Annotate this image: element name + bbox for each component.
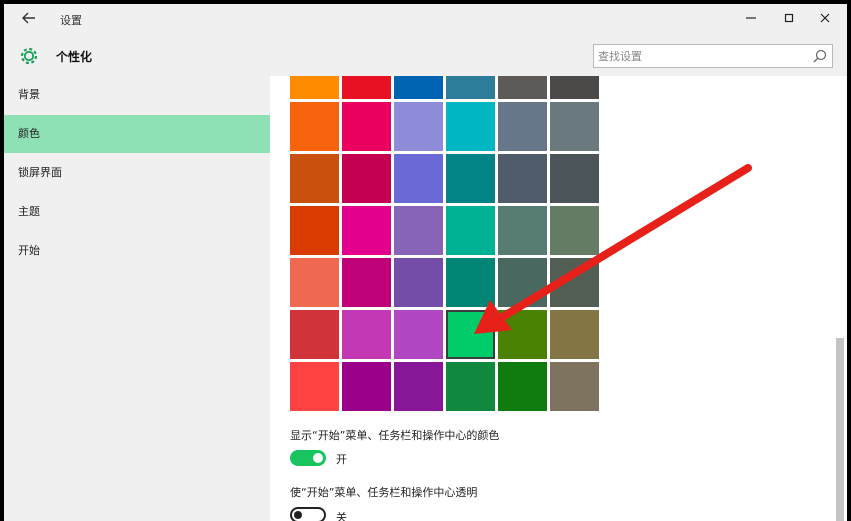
scrollbar[interactable] xyxy=(833,76,847,521)
color-swatch[interactable] xyxy=(342,76,391,99)
color-swatch[interactable] xyxy=(394,102,443,151)
color-swatch[interactable] xyxy=(342,310,391,359)
color-swatch[interactable] xyxy=(290,310,339,359)
color-swatch[interactable] xyxy=(446,154,495,203)
color-swatch[interactable] xyxy=(498,154,547,203)
color-swatch[interactable] xyxy=(498,76,547,99)
color-swatch[interactable] xyxy=(342,362,391,411)
maximize-button[interactable] xyxy=(774,8,804,32)
color-swatch[interactable] xyxy=(394,310,443,359)
color-swatch[interactable] xyxy=(550,102,599,151)
transparency-toggle[interactable] xyxy=(290,507,326,521)
color-swatch[interactable] xyxy=(498,258,547,307)
color-swatch[interactable] xyxy=(446,102,495,151)
color-swatch[interactable] xyxy=(446,76,495,99)
window-title: 设置 xyxy=(60,14,82,27)
color-swatch[interactable] xyxy=(394,258,443,307)
color-swatch[interactable] xyxy=(290,102,339,151)
color-swatch[interactable] xyxy=(394,154,443,203)
color-swatch[interactable] xyxy=(290,76,339,99)
color-swatch[interactable] xyxy=(394,362,443,411)
transparency-state: 关 xyxy=(336,511,347,521)
close-button[interactable] xyxy=(810,8,840,32)
sidebar-item-label: 颜色 xyxy=(18,127,40,140)
color-swatch[interactable] xyxy=(498,102,547,151)
sidebar: 背景 颜色 锁屏界面 主题 开始 xyxy=(4,76,270,521)
page-header: 个性化 xyxy=(4,36,847,76)
color-swatch[interactable] xyxy=(550,154,599,203)
color-swatch[interactable] xyxy=(342,206,391,255)
color-swatch[interactable] xyxy=(290,206,339,255)
title-bar: 设置 xyxy=(4,4,847,36)
color-swatch[interactable] xyxy=(498,206,547,255)
color-swatch[interactable] xyxy=(550,258,599,307)
color-swatch[interactable] xyxy=(446,258,495,307)
color-swatch[interactable] xyxy=(550,310,599,359)
colors-panel: 显示“开始”菜单、任务栏和操作中心的颜色 开 使“开始”菜单、任务栏和操作中心透… xyxy=(270,76,847,521)
color-swatch[interactable] xyxy=(550,362,599,411)
search-input[interactable] xyxy=(598,47,803,65)
minimize-button[interactable] xyxy=(736,8,766,32)
sidebar-item-label: 锁屏界面 xyxy=(18,166,62,179)
sidebar-item-background[interactable]: 背景 xyxy=(4,76,270,114)
sidebar-item-label: 背景 xyxy=(18,88,40,101)
color-swatch[interactable] xyxy=(550,206,599,255)
toggle-knob xyxy=(294,511,302,519)
color-swatch[interactable] xyxy=(290,154,339,203)
transparency-label: 使“开始”菜单、任务栏和操作中心透明 xyxy=(290,486,478,499)
show-color-state: 开 xyxy=(336,453,347,466)
gear-icon xyxy=(18,45,40,67)
toggle-knob xyxy=(313,453,323,463)
back-arrow-icon[interactable] xyxy=(18,10,40,30)
color-swatch[interactable] xyxy=(446,362,495,411)
search-box[interactable] xyxy=(593,44,833,68)
settings-window: 设置 个性化 背景 颜色 锁屏界面 主题 开始 xyxy=(4,4,847,521)
sidebar-item-start[interactable]: 开始 xyxy=(4,232,270,270)
show-color-label: 显示“开始”菜单、任务栏和操作中心的颜色 xyxy=(290,429,500,442)
color-swatch[interactable] xyxy=(498,362,547,411)
page-title: 个性化 xyxy=(56,50,93,64)
color-swatch[interactable] xyxy=(342,258,391,307)
sidebar-item-lock-screen[interactable]: 锁屏界面 xyxy=(4,154,270,192)
sidebar-item-label: 主题 xyxy=(18,205,40,218)
color-swatch[interactable] xyxy=(498,310,547,359)
color-swatch[interactable] xyxy=(446,310,495,359)
sidebar-item-label: 开始 xyxy=(18,244,40,257)
sidebar-item-themes[interactable]: 主题 xyxy=(4,193,270,231)
show-color-toggle[interactable] xyxy=(290,450,326,466)
color-swatch[interactable] xyxy=(342,154,391,203)
color-swatch[interactable] xyxy=(394,206,443,255)
color-swatch[interactable] xyxy=(394,76,443,99)
color-swatch[interactable] xyxy=(290,258,339,307)
sidebar-item-colors[interactable]: 颜色 xyxy=(4,115,270,153)
scroll-thumb[interactable] xyxy=(836,338,844,521)
color-swatch[interactable] xyxy=(342,102,391,151)
color-swatch[interactable] xyxy=(446,206,495,255)
color-swatch[interactable] xyxy=(290,362,339,411)
color-swatch[interactable] xyxy=(550,76,599,99)
search-icon[interactable] xyxy=(812,48,828,64)
